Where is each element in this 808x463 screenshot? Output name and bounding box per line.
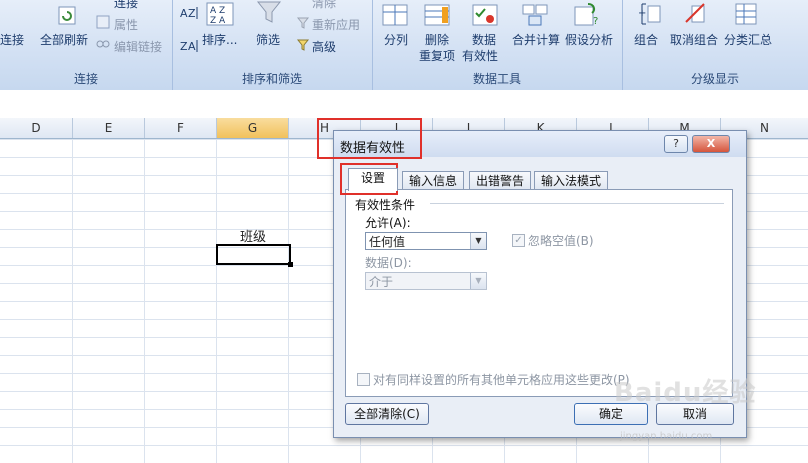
tab-input-message[interactable]: 输入信息 [402, 171, 465, 190]
reapply-icon [296, 16, 310, 30]
outline-group: + 组合 取消组合 分类汇总 分级显示 [622, 0, 808, 90]
refresh-all-icon [57, 6, 79, 26]
advanced-button[interactable]: 高级 [312, 38, 336, 55]
help-button[interactable]: ? [664, 135, 688, 153]
reapply-button[interactable]: 重新应用 [312, 16, 360, 33]
active-cell[interactable] [216, 244, 293, 267]
data-label: 数据(D): [365, 256, 412, 270]
properties-icon [96, 15, 110, 29]
text-to-columns-icon [382, 4, 408, 26]
remove-duplicates-icon [424, 4, 450, 26]
subtotal-icon [734, 2, 758, 26]
validation-criteria-label: 有效性条件 [355, 198, 416, 212]
column-header-d[interactable]: D [0, 118, 73, 138]
apply-all-checkbox[interactable] [357, 373, 370, 386]
properties-button[interactable]: 属性 [114, 16, 138, 33]
close-button[interactable]: X [692, 135, 730, 153]
connect-button[interactable]: 连接 [0, 31, 24, 48]
ungroup-button[interactable]: 取消组合 [670, 31, 718, 48]
watermark-logo: Baidu经验 [614, 378, 757, 408]
svg-text:A: A [180, 7, 188, 20]
remove-duplicates-line1[interactable]: 删除 [425, 31, 449, 48]
settings-panel: 有效性条件 允许(A): 任何值 ▼ ✓ 忽略空值(B) 数据(D): 介于 ▼… [345, 189, 733, 397]
clear-button[interactable]: 清除 [312, 0, 336, 11]
data-select-value: 介于 [369, 275, 394, 289]
data-validation-line1[interactable]: 数据 [472, 31, 496, 48]
column-header-g[interactable]: G [217, 118, 289, 138]
cell-text-class[interactable]: 班级 [217, 226, 289, 245]
data-select[interactable]: 介于 ▼ [365, 272, 487, 290]
watermark-url: jingyan.baidu.com [620, 431, 713, 442]
grid-line [216, 139, 217, 463]
tab-settings[interactable]: 设置 [348, 168, 399, 191]
data-tools-group-label: 数据工具 [472, 72, 521, 86]
svg-text:Z: Z [180, 40, 188, 53]
column-header-e[interactable]: E [73, 118, 145, 138]
edit-links-button[interactable]: 编辑链接 [114, 38, 162, 55]
filter-icon [256, 0, 282, 24]
sort-za-icon[interactable]: ZA [178, 36, 200, 56]
formula-bar-area [0, 90, 808, 119]
allow-label: 允许(A): [365, 216, 411, 230]
group-button[interactable]: 组合 [634, 31, 658, 48]
sort-filter-group-label: 排序和筛选 [241, 72, 302, 86]
group-icon: + [638, 2, 662, 26]
clear-all-button[interactable]: 全部清除(C) [345, 403, 429, 425]
highlight-dialog-title [317, 118, 422, 159]
svg-text:Z A: Z A [210, 16, 226, 26]
edit-links-icon [96, 38, 110, 50]
sort-button[interactable]: 排序... [202, 31, 237, 48]
connections-button[interactable]: 连接 [114, 0, 138, 11]
consolidate-icon [522, 4, 548, 26]
what-if-icon: ? [574, 2, 600, 27]
data-tools-group: 分列 删除 重复项 数据 有效性 合并计算 ? 假设分析 数据工具 [372, 0, 623, 90]
fieldset-divider [430, 203, 724, 204]
tab-ime-mode[interactable]: 输入法模式 [534, 171, 609, 190]
allow-select-value: 任何值 [369, 235, 406, 249]
tab-error-alert[interactable]: 出错警告 [469, 171, 532, 190]
ribbon: 连接 全部刷新 连接 属性 编辑链接 连接 AZ ZA A ZZ A 排序...… [0, 0, 808, 91]
connections-group-label: 连接 [73, 72, 98, 86]
ungroup-icon [684, 2, 708, 26]
ignore-blank-label: 忽略空值(B) [528, 234, 594, 248]
text-to-columns-button[interactable]: 分列 [384, 31, 408, 48]
chevron-down-icon[interactable]: ▼ [470, 273, 486, 289]
svg-text:A Z: A Z [210, 6, 225, 16]
svg-text:Z: Z [188, 7, 196, 20]
data-validation-icon [472, 4, 498, 26]
subtotal-button[interactable]: 分类汇总 [724, 31, 772, 48]
connections-group: 连接 全部刷新 连接 属性 编辑链接 连接 [0, 0, 173, 90]
ignore-blank-checkbox[interactable]: ✓ [512, 234, 525, 247]
outline-group-label: 分级显示 [690, 72, 739, 86]
remove-duplicates-line2[interactable]: 重复项 [419, 47, 455, 64]
grid-line [144, 139, 145, 463]
chevron-down-icon[interactable]: ▼ [470, 233, 486, 249]
svg-text:?: ? [593, 16, 598, 26]
grid-line [288, 139, 289, 463]
column-header-f[interactable]: F [145, 118, 217, 138]
apply-all-label: 对有同样设置的所有其他单元格应用这些更改(P) [373, 373, 630, 387]
allow-select[interactable]: 任何值 ▼ [365, 232, 487, 250]
grid-line [72, 139, 73, 463]
svg-text:+: + [638, 8, 646, 19]
filter-button[interactable]: 筛选 [256, 31, 280, 48]
sort-dialog-icon: A ZZ A [206, 2, 234, 26]
sort-az-icon[interactable]: AZ [178, 3, 200, 23]
svg-text:A: A [188, 40, 196, 53]
data-validation-line2[interactable]: 有效性 [462, 47, 498, 64]
consolidate-button[interactable]: 合并计算 [512, 31, 560, 48]
sort-filter-group: AZ ZA A ZZ A 排序... 筛选 清除 重新应用 高级 排序和筛选 [172, 0, 373, 90]
what-if-button[interactable]: 假设分析 [565, 31, 613, 48]
refresh-all-button[interactable]: 全部刷新 [40, 31, 88, 48]
advanced-filter-icon [296, 38, 310, 52]
